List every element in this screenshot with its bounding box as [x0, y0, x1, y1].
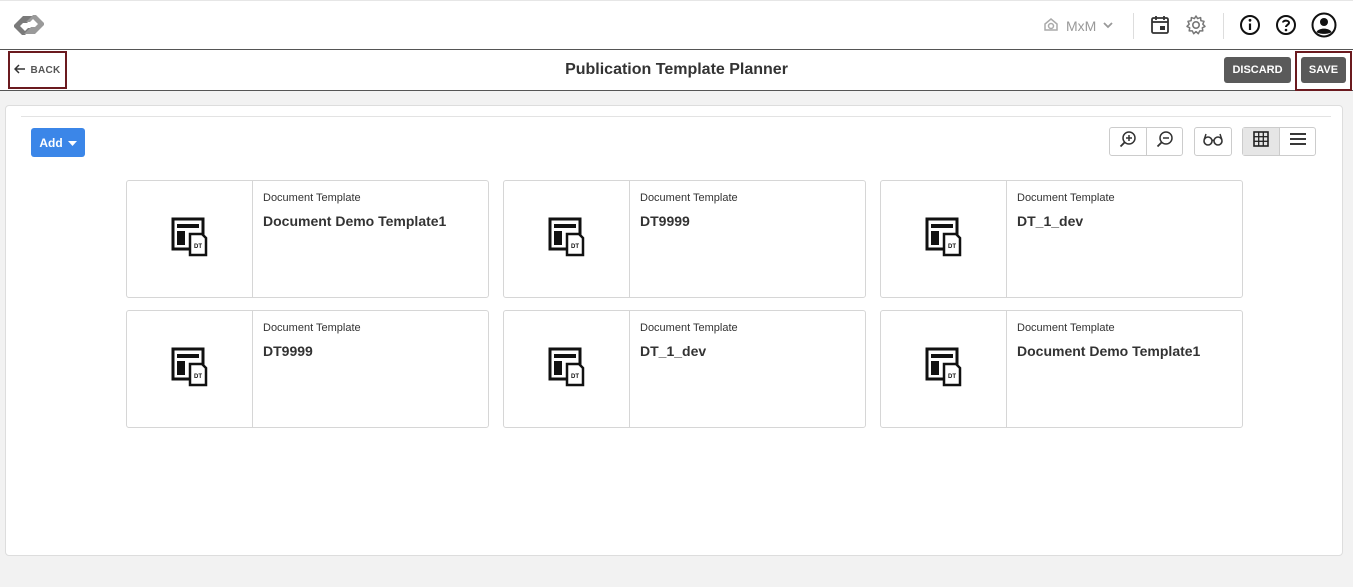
top-bar: MxM — [0, 0, 1353, 49]
context-label: MxM — [1066, 18, 1097, 34]
card-name: DT_1_dev — [1017, 213, 1084, 229]
document-template-icon: DT — [548, 217, 586, 262]
card-thumbnail: DT — [127, 311, 253, 427]
card-type: Document Template — [263, 192, 361, 204]
view-toggle — [1242, 127, 1316, 156]
help-icon[interactable] — [1273, 12, 1299, 38]
card-name: DT_1_dev — [640, 343, 707, 359]
dt-badge: DT — [571, 374, 579, 380]
card-name: DT9999 — [263, 343, 313, 359]
dt-badge: DT — [194, 244, 202, 250]
card-type: Document Template — [640, 192, 738, 204]
template-panel: Add DT Document Template Document Demo T… — [5, 105, 1343, 556]
add-dropdown-button[interactable]: Add — [31, 128, 85, 157]
template-card[interactable]: DT Document Template DT_1_dev — [880, 180, 1243, 298]
zoom-out-icon — [1156, 130, 1174, 153]
save-button-frame: SAVE — [1295, 51, 1352, 91]
template-card[interactable]: DT Document Template Document Demo Templ… — [126, 180, 489, 298]
dt-badge: DT — [948, 374, 956, 380]
info-icon[interactable] — [1237, 12, 1263, 38]
card-thumbnail: DT — [127, 181, 253, 297]
gear-icon[interactable] — [1183, 12, 1209, 38]
list-view-icon — [1289, 132, 1307, 151]
preview-control — [1194, 127, 1232, 156]
divider — [21, 116, 1331, 117]
template-card[interactable]: DT Document Template DT9999 — [126, 310, 489, 428]
caret-down-icon — [67, 136, 77, 150]
template-card[interactable]: DT Document Template DT_1_dev — [503, 310, 866, 428]
save-button[interactable]: SAVE — [1301, 57, 1346, 83]
card-name: Document Demo Template1 — [1017, 343, 1201, 359]
calendar-icon[interactable] — [1147, 12, 1173, 38]
card-type: Document Template — [263, 322, 361, 334]
card-thumbnail: DT — [504, 311, 630, 427]
document-template-icon: DT — [171, 217, 209, 262]
zoom-in-button[interactable] — [1110, 128, 1146, 155]
card-type: Document Template — [640, 322, 738, 334]
chevron-down-icon — [1102, 18, 1114, 34]
preview-button[interactable] — [1195, 128, 1231, 155]
context-icon — [1042, 16, 1060, 37]
grid-view-icon — [1253, 131, 1269, 152]
grid-view-button[interactable] — [1243, 128, 1279, 155]
zoom-in-icon — [1119, 130, 1137, 153]
divider — [1223, 13, 1224, 39]
card-type: Document Template — [1017, 322, 1115, 334]
zoom-out-button[interactable] — [1146, 128, 1182, 155]
card-type: Document Template — [1017, 192, 1115, 204]
card-name: DT9999 — [640, 213, 690, 229]
page-title: Publication Template Planner — [565, 61, 788, 78]
divider — [1133, 13, 1134, 39]
user-avatar-icon[interactable] — [1311, 12, 1337, 38]
document-template-icon: DT — [548, 347, 586, 392]
document-template-icon: DT — [171, 347, 209, 392]
dt-badge: DT — [571, 244, 579, 250]
zoom-controls — [1109, 127, 1183, 156]
app-logo-icon[interactable] — [10, 10, 48, 40]
dt-badge: DT — [194, 374, 202, 380]
dt-badge: DT — [948, 244, 956, 250]
list-view-button[interactable] — [1279, 128, 1315, 155]
card-thumbnail: DT — [881, 311, 1007, 427]
template-card[interactable]: DT Document Template Document Demo Templ… — [880, 310, 1243, 428]
preview-glasses-icon — [1202, 132, 1224, 151]
context-selector[interactable]: MxM — [1042, 14, 1122, 38]
card-thumbnail: DT — [881, 181, 1007, 297]
document-template-icon: DT — [925, 217, 963, 262]
card-thumbnail: DT — [504, 181, 630, 297]
discard-button[interactable]: DISCARD — [1224, 57, 1291, 83]
add-label: Add — [39, 135, 63, 150]
template-card[interactable]: DT Document Template DT9999 — [503, 180, 866, 298]
card-name: Document Demo Template1 — [263, 213, 447, 229]
title-bar: BACK Publication Template Planner DISCAR… — [0, 49, 1353, 91]
document-template-icon: DT — [925, 347, 963, 392]
